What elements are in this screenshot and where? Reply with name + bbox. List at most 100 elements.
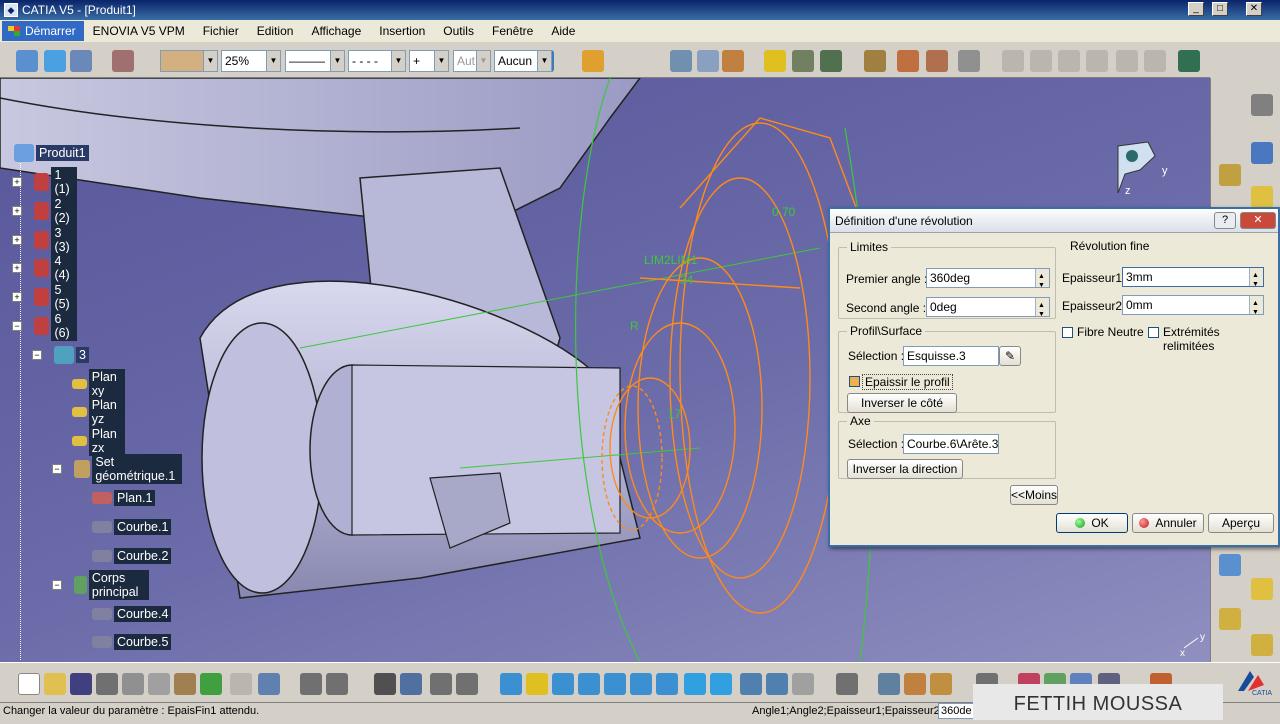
ok-button[interactable]: OK [1056, 513, 1128, 533]
copy-icon[interactable] [148, 673, 170, 695]
tree-node-6[interactable]: − 6 (6) [12, 311, 78, 341]
save-icon[interactable] [70, 673, 92, 695]
hide-show-icon[interactable] [740, 673, 762, 695]
line-type-dropdown[interactable]: - - - - ▼ [348, 50, 406, 72]
paste-icon[interactable] [174, 673, 196, 695]
first-angle-input[interactable]: 360deg [926, 268, 1050, 295]
color-dropdown[interactable]: ▼ [160, 50, 218, 72]
sample-icon[interactable] [112, 50, 134, 72]
expand-icon[interactable]: + [12, 263, 22, 273]
zoom-out-icon[interactable] [630, 673, 652, 695]
tree-node-3[interactable]: +3 (3) [12, 225, 78, 255]
preview-button[interactable]: Aperçu [1208, 513, 1274, 533]
minimize-icon[interactable]: _ [1188, 2, 1204, 16]
auto-dropdown[interactable]: Aut ▼ [453, 50, 491, 72]
maximize-icon[interactable]: □ [1212, 2, 1228, 16]
expand-icon[interactable]: + [12, 206, 22, 216]
tree-node-root[interactable]: Produit1 [14, 143, 89, 163]
fit-all-icon[interactable] [526, 673, 548, 695]
menu-start[interactable]: Démarrer [2, 21, 84, 41]
sketch-icon[interactable] [1251, 186, 1273, 208]
less-button[interactable]: <<Moins [1010, 485, 1058, 505]
move-icon[interactable] [878, 673, 900, 695]
plane-tool-icon[interactable] [1251, 578, 1273, 600]
thickness2-input[interactable]: 0mm [1122, 295, 1264, 322]
tree-node-plan-yz[interactable]: Plan yz [72, 397, 126, 427]
collapse-icon[interactable]: − [52, 580, 62, 590]
light-icon[interactable] [582, 50, 604, 72]
update-icon[interactable] [836, 673, 858, 695]
formula-icon[interactable] [300, 673, 322, 695]
rotate-icon[interactable] [578, 673, 600, 695]
menu-aide[interactable]: Aide [542, 24, 584, 38]
cut-icon[interactable] [122, 673, 144, 695]
tree-node-courbe5[interactable]: Courbe.5 [92, 632, 172, 652]
settings-gear-icon[interactable] [1251, 94, 1273, 116]
zoom-in-icon[interactable] [604, 673, 626, 695]
table-icon[interactable] [374, 673, 396, 695]
whats-this-icon[interactable] [70, 50, 92, 72]
axis-selection-field[interactable]: Courbe.6\Arête.3 [903, 434, 999, 454]
fastener-icon[interactable] [820, 50, 842, 72]
dialog-titlebar[interactable]: Définition d'une révolution ? ✕ [830, 209, 1278, 233]
menu-fichier[interactable]: Fichier [194, 24, 248, 38]
normal-view-icon[interactable] [656, 673, 678, 695]
collapse-icon[interactable]: − [12, 321, 22, 331]
close-icon[interactable]: ✕ [1246, 2, 1262, 16]
pad-icon[interactable] [1219, 164, 1241, 186]
spinner-icon[interactable] [1035, 297, 1049, 324]
profile-selection-field[interactable]: Esquisse.3 [903, 346, 999, 366]
fly-icon[interactable] [500, 673, 522, 695]
tree-node-courbe4[interactable]: Courbe.4 [92, 604, 172, 624]
surface-icon[interactable] [1219, 554, 1241, 576]
tree-node-plan1[interactable]: Plan.1 [92, 488, 156, 508]
snap-icon[interactable] [44, 50, 66, 72]
tree-node-2[interactable]: +2 (2) [12, 196, 78, 226]
text-icon[interactable] [670, 50, 692, 72]
point-symbol-dropdown[interactable]: + ▼ [409, 50, 449, 72]
line-tool-icon[interactable] [1219, 608, 1241, 630]
menu-affichage[interactable]: Affichage [302, 24, 370, 38]
law-icon[interactable] [456, 673, 478, 695]
workbench-icon[interactable] [1178, 50, 1200, 72]
menu-outils[interactable]: Outils [434, 24, 483, 38]
line-thickness-dropdown[interactable]: ——— ▼ [285, 50, 345, 72]
sketch-edit-icon[interactable]: ✎ [999, 346, 1021, 366]
reverse-side-button[interactable]: Inverser le côté [847, 393, 957, 413]
expand-icon[interactable]: + [12, 292, 22, 302]
tree-node-part[interactable]: −3 [32, 345, 89, 365]
reuse-pattern-icon[interactable] [926, 50, 948, 72]
merge-ends-checkbox[interactable] [1148, 327, 1159, 338]
print-icon[interactable] [96, 673, 118, 695]
isometric-view-icon[interactable] [684, 673, 706, 695]
pan-icon[interactable] [552, 673, 574, 695]
constraint-icon[interactable] [864, 50, 886, 72]
collapse-icon[interactable]: − [52, 464, 62, 474]
menu-fenetre[interactable]: Fenêtre [483, 24, 542, 38]
spinner-icon[interactable] [1249, 295, 1263, 322]
shading-icon[interactable] [710, 673, 732, 695]
tree-node-plan-xy[interactable]: Plan xy [72, 369, 126, 399]
compass-widget[interactable]: y z [1117, 141, 1168, 197]
knowledge-icon[interactable] [400, 673, 422, 695]
tree-node-body[interactable]: − Corps principal [52, 570, 149, 600]
help-button[interactable]: ? [1214, 212, 1236, 229]
assembly-icon[interactable] [897, 50, 919, 72]
tree-node-courbe1[interactable]: Courbe.1 [92, 517, 172, 537]
select-arrow-icon[interactable] [1251, 142, 1273, 164]
reverse-direction-button[interactable]: Inverser la direction [847, 459, 963, 479]
tree-node-1[interactable]: +1 (1) [12, 167, 78, 197]
snap-tool-icon[interactable] [930, 673, 952, 695]
tree-node-4[interactable]: +4 (4) [12, 253, 78, 283]
comment-icon[interactable] [326, 673, 348, 695]
thicken-profile-checkbox[interactable] [849, 376, 860, 387]
menu-edition[interactable]: Edition [248, 24, 303, 38]
lock-icon[interactable] [430, 673, 452, 695]
cancel-button[interactable]: Annuler [1132, 513, 1204, 533]
power-input-field[interactable]: 360de [938, 703, 978, 719]
select-icon[interactable] [16, 50, 38, 72]
point-tool-icon[interactable] [1251, 634, 1273, 656]
undo-icon[interactable] [200, 673, 222, 695]
neutral-fiber-checkbox[interactable] [1062, 327, 1073, 338]
spinner-icon[interactable] [1035, 268, 1049, 295]
